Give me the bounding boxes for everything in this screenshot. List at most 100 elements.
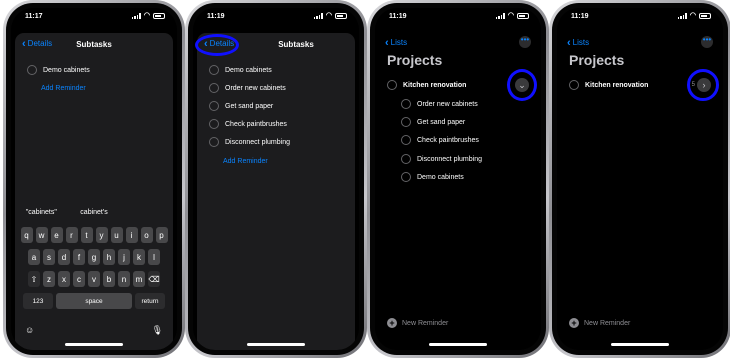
- lists-back-button[interactable]: ‹ Lists: [567, 37, 590, 48]
- wifi-icon: ◠: [507, 12, 514, 19]
- keyboard-row-1: q w e r t y u i o p: [15, 227, 173, 243]
- subtask-label: Order new cabinets: [417, 100, 478, 108]
- checkbox-circle-icon[interactable]: [209, 101, 219, 111]
- key[interactable]: n: [118, 271, 130, 287]
- numbers-key[interactable]: 123: [23, 293, 53, 309]
- checkbox-circle-icon[interactable]: [209, 137, 219, 147]
- checkbox-circle-icon[interactable]: [209, 119, 219, 129]
- home-indicator[interactable]: [429, 343, 487, 346]
- suggestion[interactable]: "cabinets": [15, 205, 68, 221]
- key[interactable]: i: [125, 227, 138, 243]
- subtask-label: Check paintbrushes: [225, 120, 287, 128]
- emoji-icon[interactable]: ☺: [25, 325, 34, 336]
- checkbox-circle-icon[interactable]: [209, 83, 219, 93]
- keyboard-row-3: ⇧ z x c v b n m ⌫: [15, 271, 173, 287]
- key[interactable]: t: [80, 227, 93, 243]
- key[interactable]: x: [58, 271, 70, 287]
- highlight-ring: [687, 69, 719, 101]
- subtasks-sheet: ‹ Details Subtasks Demo cabinets Add Rem…: [15, 33, 173, 350]
- subtask-label: Get sand paper: [225, 102, 274, 110]
- checkbox-circle-icon[interactable]: [209, 65, 219, 75]
- keyboard-row-2: a s d f g h j k l: [15, 249, 173, 265]
- subtask-row[interactable]: Demo cabinets: [209, 61, 347, 79]
- signal-icon: [495, 13, 505, 19]
- key[interactable]: w: [35, 227, 48, 243]
- key[interactable]: c: [73, 271, 85, 287]
- checkbox-circle-icon[interactable]: [401, 99, 411, 109]
- add-reminder-button[interactable]: Add Reminder: [223, 152, 347, 170]
- checkbox-circle-icon[interactable]: [387, 80, 397, 90]
- new-reminder-label: New Reminder: [402, 319, 449, 327]
- subtask-row[interactable]: Demo cabinets: [401, 168, 533, 186]
- checkbox-circle-icon[interactable]: [569, 80, 579, 90]
- page-title: Subtasks: [76, 40, 112, 49]
- space-key[interactable]: space: [56, 293, 132, 309]
- add-reminder-button[interactable]: Add Reminder: [41, 79, 165, 97]
- key[interactable]: z: [43, 271, 55, 287]
- ellipsis-icon[interactable]: •••: [701, 36, 713, 48]
- key[interactable]: d: [58, 249, 70, 265]
- new-reminder-button[interactable]: + New Reminder: [569, 318, 630, 328]
- key[interactable]: e: [50, 227, 63, 243]
- suggestion[interactable]: cabinet's: [68, 205, 121, 221]
- wifi-icon: ◠: [325, 12, 332, 19]
- key[interactable]: b: [103, 271, 115, 287]
- key[interactable]: h: [103, 249, 115, 265]
- subtask-row[interactable]: Disconnect plumbing: [209, 133, 347, 151]
- page-title: Subtasks: [278, 40, 314, 49]
- key[interactable]: p: [155, 227, 168, 243]
- shift-key-icon[interactable]: ⇧: [28, 271, 40, 287]
- checkbox-circle-icon[interactable]: [27, 65, 37, 75]
- key[interactable]: f: [73, 249, 85, 265]
- new-reminder-button[interactable]: + New Reminder: [387, 318, 448, 328]
- home-indicator[interactable]: [611, 343, 669, 346]
- key[interactable]: m: [133, 271, 145, 287]
- key[interactable]: s: [43, 249, 55, 265]
- notch: [421, 8, 495, 22]
- microphone-icon[interactable]: 🎙: [152, 325, 163, 336]
- subtask-row[interactable]: Check paintbrushes: [401, 131, 533, 149]
- key[interactable]: g: [88, 249, 100, 265]
- home-indicator[interactable]: [65, 343, 123, 346]
- back-label: Lists: [572, 38, 590, 47]
- key[interactable]: a: [28, 249, 40, 265]
- home-indicator[interactable]: [247, 343, 305, 346]
- subtask-row[interactable]: Order new cabinets: [209, 79, 347, 97]
- key[interactable]: u: [110, 227, 123, 243]
- checkbox-circle-icon[interactable]: [401, 117, 411, 127]
- subtask-label: Check paintbrushes: [417, 136, 479, 144]
- ellipsis-icon[interactable]: •••: [519, 36, 531, 48]
- checkbox-circle-icon[interactable]: [401, 172, 411, 182]
- checkbox-circle-icon[interactable]: [401, 135, 411, 145]
- phone-4: 11:19 ◠ ‹ Lists ••• Projects Kitchen ren…: [549, 0, 730, 358]
- highlight-ring: [507, 69, 537, 101]
- subtask-label: Disconnect plumbing: [417, 155, 482, 163]
- key[interactable]: k: [133, 249, 145, 265]
- nav-bar: ‹ Details Subtasks: [15, 33, 173, 57]
- signal-icon: [131, 13, 141, 19]
- status-time: 11:19: [207, 13, 225, 20]
- screen: 11:19 ◠ ‹ Lists ••• Projects Kitchen ren…: [557, 8, 723, 350]
- checkbox-circle-icon[interactable]: [401, 154, 411, 164]
- highlight-ring: [195, 34, 239, 56]
- key[interactable]: r: [65, 227, 78, 243]
- return-key[interactable]: return: [135, 293, 165, 309]
- status-time: 11:19: [571, 13, 589, 20]
- subtask-row[interactable]: Demo cabinets: [27, 61, 165, 79]
- subtask-label: Demo cabinets: [43, 66, 90, 74]
- subtask-row[interactable]: Disconnect plumbing: [401, 150, 533, 168]
- subtask-row[interactable]: Check paintbrushes: [209, 115, 347, 133]
- battery-icon: [335, 13, 347, 19]
- delete-key-icon[interactable]: ⌫: [148, 271, 160, 287]
- suggestion[interactable]: [120, 205, 173, 221]
- key[interactable]: q: [20, 227, 33, 243]
- key[interactable]: l: [148, 249, 160, 265]
- key[interactable]: y: [95, 227, 108, 243]
- wifi-icon: ◠: [689, 12, 696, 19]
- subtask-row[interactable]: Get sand paper: [401, 113, 533, 131]
- key[interactable]: o: [140, 227, 153, 243]
- subtask-row[interactable]: Get sand paper: [209, 97, 347, 115]
- key[interactable]: j: [118, 249, 130, 265]
- lists-back-button[interactable]: ‹ Lists: [385, 37, 407, 48]
- key[interactable]: v: [88, 271, 100, 287]
